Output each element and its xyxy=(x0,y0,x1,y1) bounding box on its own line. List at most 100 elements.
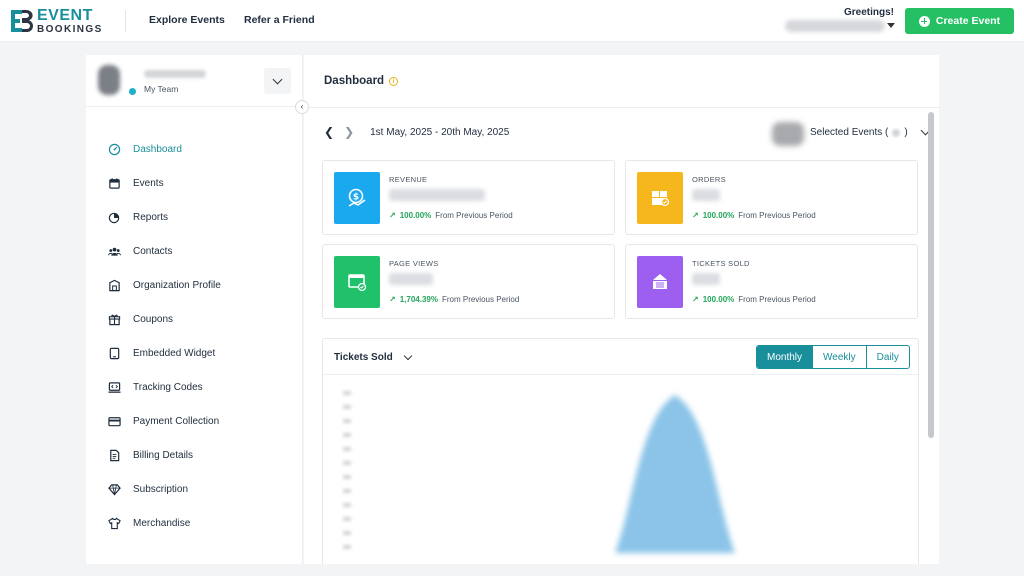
team-avatar xyxy=(98,65,120,95)
sidebar-item-label: Tracking Codes xyxy=(133,381,203,393)
trend-up-icon: ↗ xyxy=(389,295,396,304)
tickets-sold-chart-panel: Tickets Sold Monthly Weekly Daily xyxy=(322,338,919,564)
main-header: Dashboard i xyxy=(304,55,939,108)
chevron-left-icon: ‹ xyxy=(300,102,304,111)
card-change: 1,704.39% xyxy=(399,295,438,304)
card-label: REVENUE xyxy=(389,175,428,184)
caret-down-icon[interactable] xyxy=(887,23,895,28)
greeting-text: Greetings! xyxy=(843,7,894,18)
user-name-redacted[interactable] xyxy=(785,20,885,32)
card-label: TICKETS SOLD xyxy=(692,259,750,268)
selected-events-dropdown[interactable]: Selected Events ( ) xyxy=(810,125,931,138)
sidebar-item-dashboard[interactable]: Dashboard xyxy=(86,132,303,166)
sidebar-item-tracking-codes[interactable]: Tracking Codes xyxy=(86,370,303,404)
main-scrollbar[interactable] xyxy=(928,112,934,438)
sidebar-item-contacts[interactable]: Contacts xyxy=(86,234,303,268)
create-event-button[interactable]: Create Event xyxy=(905,8,1014,34)
logo-mark-icon xyxy=(11,10,33,32)
selected-events-count-redacted xyxy=(892,128,901,137)
selected-events-close-paren: ) xyxy=(904,127,908,138)
diamond-icon xyxy=(108,483,121,496)
header-divider xyxy=(125,10,126,32)
sidebar-item-label: Payment Collection xyxy=(133,415,220,427)
logo-line2: BOOKINGS xyxy=(37,23,103,35)
sidebar-item-embedded-widget[interactable]: Embedded Widget xyxy=(86,336,303,370)
nav-explore-events[interactable]: Explore Events xyxy=(149,14,225,26)
sidebar-item-label: Contacts xyxy=(133,245,173,257)
sidebar-menu: Dashboard Events Reports Contacts Organi… xyxy=(86,132,303,540)
sidebar-item-label: Embedded Widget xyxy=(133,347,216,359)
orders-card[interactable]: ORDERS ↗ 100.00% From Previous Period xyxy=(625,160,918,235)
card-value-redacted xyxy=(692,273,720,285)
team-switch-button[interactable] xyxy=(264,68,291,94)
main-content: Dashboard i ❮ ❯ 1st May, 2025 - 20th May… xyxy=(304,55,939,564)
online-status-dot xyxy=(129,88,136,95)
logo-text: EVENT BOOKINGS xyxy=(37,7,103,35)
sidebar-item-label: Events xyxy=(133,177,164,189)
sidebar-item-events[interactable]: Events xyxy=(86,166,303,200)
event-bookings-logo[interactable]: EVENT BOOKINGS xyxy=(10,7,103,35)
trend-up-icon: ↗ xyxy=(692,211,699,220)
revenue-card[interactable]: $ REVENUE ↗ 100.00% From Previous Period xyxy=(322,160,615,235)
calendar-icon xyxy=(109,177,120,189)
info-icon[interactable]: i xyxy=(389,77,398,86)
next-period-icon[interactable]: ❯ xyxy=(344,125,354,139)
period-daily-button[interactable]: Daily xyxy=(865,346,909,368)
sidebar-item-merchandise[interactable]: Merchandise xyxy=(86,506,303,540)
card-value-redacted xyxy=(692,189,720,201)
sidebar-item-billing-details[interactable]: Billing Details xyxy=(86,438,303,472)
card-change: 100.00% xyxy=(702,295,735,304)
users-icon xyxy=(108,247,121,256)
gift-icon xyxy=(108,314,121,325)
team-header: My Team xyxy=(86,55,303,107)
trend-up-icon: ↗ xyxy=(692,295,699,304)
card-change-text: From Previous Period xyxy=(738,211,816,220)
nav-refer-a-friend[interactable]: Refer a Friend xyxy=(244,14,315,26)
card-trend: ↗ 100.00% From Previous Period xyxy=(692,295,816,304)
tickets-sold-card[interactable]: TICKETS SOLD ↗ 100.00% From Previous Per… xyxy=(625,244,918,319)
page-views-card[interactable]: PAGE VIEWS ↗ 1,704.39% From Previous Per… xyxy=(322,244,615,319)
card-label: ORDERS xyxy=(692,175,726,184)
gauge-icon xyxy=(108,143,121,155)
pie-chart-icon xyxy=(108,212,120,223)
code-window-icon xyxy=(108,381,121,393)
top-bar: EVENT BOOKINGS Explore Events Refer a Fr… xyxy=(0,0,1024,42)
invoice-icon xyxy=(110,449,120,461)
chart-header: Tickets Sold Monthly Weekly Daily xyxy=(323,339,918,375)
card-value-redacted xyxy=(389,189,485,201)
date-range-row: ❮ ❯ 1st May, 2025 - 20th May, 2025 xyxy=(324,125,509,139)
period-weekly-button[interactable]: Weekly xyxy=(812,346,866,368)
money-icon: $ xyxy=(334,172,380,224)
card-change-text: From Previous Period xyxy=(738,295,816,304)
trend-up-icon: ↗ xyxy=(389,211,396,220)
sidebar-item-subscription[interactable]: Subscription xyxy=(86,472,303,506)
card-change-text: From Previous Period xyxy=(441,295,520,304)
selected-events-label: Selected Events ( xyxy=(810,127,889,138)
previous-period-icon[interactable]: ❮ xyxy=(324,125,334,139)
chevron-down-icon xyxy=(272,74,283,84)
plus-circle-icon xyxy=(918,15,930,27)
card-change: 100.00% xyxy=(399,211,432,220)
building-icon xyxy=(109,279,120,291)
sidebar-collapse-button[interactable]: ‹ xyxy=(295,100,309,114)
sidebar-item-coupons[interactable]: Coupons xyxy=(86,302,303,336)
sidebar-item-label: Merchandise xyxy=(133,517,191,529)
boxes-icon xyxy=(637,172,683,224)
browser-icon xyxy=(334,256,380,308)
chart-title-dropdown[interactable]: Tickets Sold xyxy=(334,351,412,363)
chevron-down-icon xyxy=(403,351,412,361)
card-change: 100.00% xyxy=(702,211,735,220)
sidebar-item-reports[interactable]: Reports xyxy=(86,200,303,234)
card-label: PAGE VIEWS xyxy=(389,259,439,268)
create-event-label: Create Event xyxy=(935,15,1001,27)
credit-card-icon xyxy=(108,416,121,426)
sidebar-item-label: Organization Profile xyxy=(133,279,221,291)
period-monthly-button[interactable]: Monthly xyxy=(757,346,813,368)
sidebar: My Team ‹ Dashboard Events Reports Conta… xyxy=(86,55,309,564)
team-label: My Team xyxy=(144,84,179,94)
sidebar-item-organization-profile[interactable]: Organization Profile xyxy=(86,268,303,302)
date-range-text[interactable]: 1st May, 2025 - 20th May, 2025 xyxy=(370,127,509,138)
sidebar-item-label: Subscription xyxy=(133,483,189,495)
sidebar-item-payment-collection[interactable]: Payment Collection xyxy=(86,404,303,438)
selected-events-avatar xyxy=(772,122,804,146)
